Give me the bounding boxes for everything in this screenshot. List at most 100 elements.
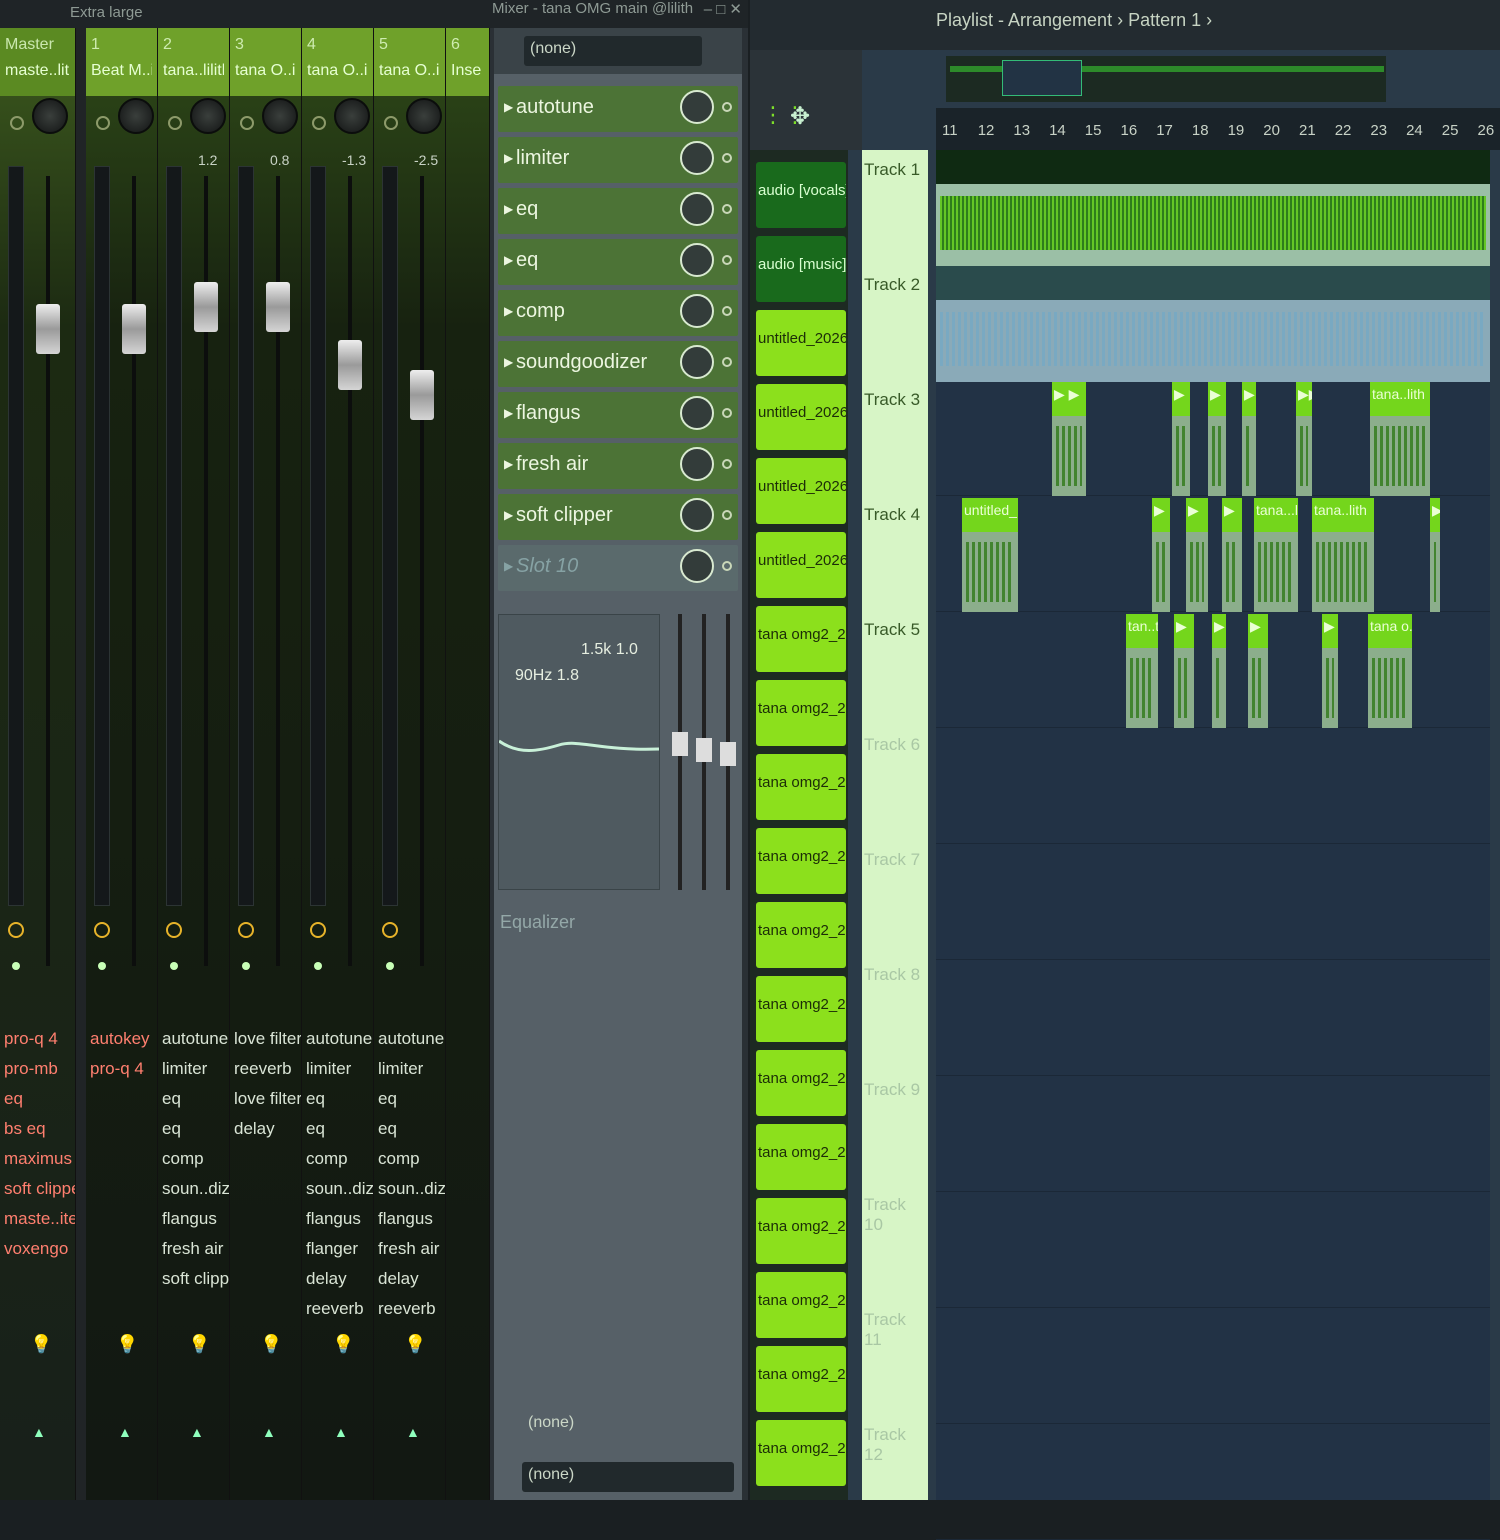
strip-effect-item[interactable]: delay xyxy=(230,1114,301,1144)
clip-source-item[interactable]: tana omg2_2026-04-10.. xyxy=(756,754,846,820)
strip-effect-item[interactable]: maximus xyxy=(0,1144,75,1174)
strip-effect-item[interactable]: autotune xyxy=(374,1024,445,1054)
bulb-icon[interactable]: 💡 xyxy=(116,1334,138,1355)
strip-effect-item[interactable]: voxengo xyxy=(0,1234,75,1264)
strip-header[interactable]: 2 tana..lilith xyxy=(158,28,229,96)
clip-t5-b[interactable]: ▶ xyxy=(1174,614,1194,728)
effect-slot-1[interactable]: ▶ autotune xyxy=(498,86,738,132)
strip-effect-item[interactable]: flanger xyxy=(302,1234,373,1264)
clip-source-item[interactable]: tana omg2_2026-04-11.. xyxy=(756,1198,846,1264)
effect-slot-5[interactable]: ▶ comp xyxy=(498,290,738,336)
slot-enable-led[interactable] xyxy=(722,561,732,571)
slot-enable-led[interactable] xyxy=(722,255,732,265)
clip-source-item[interactable]: untitled_2026-04-10 17-.. xyxy=(756,384,846,450)
effect-slot-9[interactable]: ▶ soft clipper xyxy=(498,494,738,540)
clip-source-item[interactable]: tana omg2_2026-04-10.. xyxy=(756,680,846,746)
pin-icon[interactable]: ✥ xyxy=(790,102,810,131)
mute-led[interactable] xyxy=(312,116,326,130)
clip-t4-d[interactable]: tana...lith xyxy=(1254,498,1298,612)
clip-t3-right[interactable]: tana..lith xyxy=(1370,382,1430,496)
strip-effect-item[interactable]: eq xyxy=(0,1084,75,1114)
strip-effect-item[interactable]: reeverb xyxy=(374,1294,445,1324)
strip-effect-item[interactable]: limiter xyxy=(302,1054,373,1084)
track-name[interactable]: Track 8 xyxy=(864,965,920,985)
routing-icon[interactable] xyxy=(238,922,254,938)
strip-header[interactable]: 4 tana O..ilith xyxy=(302,28,373,96)
strip-effect-item[interactable]: reeverb xyxy=(302,1294,373,1324)
overview-bar[interactable] xyxy=(946,56,1386,102)
strip-effect-item[interactable]: maste..iter xyxy=(0,1204,75,1234)
expand-icon[interactable]: ▶ xyxy=(504,355,513,369)
slot-enable-led[interactable] xyxy=(722,357,732,367)
output-out-selector[interactable]: (none) xyxy=(522,1462,734,1492)
clip-source-item[interactable]: tana omg2_2026-04-10.. xyxy=(756,1050,846,1116)
mute-led[interactable] xyxy=(10,116,24,130)
clip-t5-c[interactable]: ▶ xyxy=(1212,614,1226,728)
strip-effect-item[interactable]: soun..dizer xyxy=(302,1174,373,1204)
routing-icon[interactable] xyxy=(8,922,24,938)
slot-enable-led[interactable] xyxy=(722,153,732,163)
slot-enable-led[interactable] xyxy=(722,306,732,316)
track-name[interactable]: Track 5 xyxy=(864,620,920,640)
slot-enable-led[interactable] xyxy=(722,510,732,520)
routing-icon[interactable] xyxy=(382,922,398,938)
expand-icon[interactable]: ▶ xyxy=(504,253,513,267)
clip-source-item[interactable]: audio [vocals] (19) xyxy=(756,162,846,228)
effect-slot-6[interactable]: ▶ soundgoodizer xyxy=(498,341,738,387)
clip-source-item[interactable]: untitled_2026-04-10 17-.. xyxy=(756,310,846,376)
track-name[interactable]: Track 7 xyxy=(864,850,920,870)
expand-icon[interactable]: ▶ xyxy=(504,304,513,318)
mixer-strip-4[interactable]: 4tana O..ilith-1.3autotunelimitereqeqcom… xyxy=(302,28,374,1500)
strip-effect-item[interactable]: eq xyxy=(158,1114,229,1144)
pan-knob[interactable] xyxy=(32,98,68,134)
strip-effect-item[interactable]: soft clipper xyxy=(0,1174,75,1204)
route-arrow-icon[interactable]: ▲ xyxy=(190,1424,204,1440)
track-row[interactable] xyxy=(936,1310,1490,1424)
expand-icon[interactable]: ▶ xyxy=(504,100,513,114)
mixer-strip-3[interactable]: 3 tana O..ilith 0.8 love filterreeverblove … xyxy=(230,28,302,1500)
pan-knob[interactable] xyxy=(118,98,154,134)
strip-effect-item[interactable]: comp xyxy=(374,1144,445,1174)
playlist-title[interactable]: Playlist - Arrangement › Pattern 1 › xyxy=(936,10,1212,31)
track-name[interactable]: Track 12 xyxy=(864,1425,928,1465)
slot-enable-led[interactable] xyxy=(722,204,732,214)
clip-source-item[interactable]: audio [music] (19) xyxy=(756,236,846,302)
strip-effect-item[interactable]: eq xyxy=(158,1084,229,1114)
track-name[interactable]: Track 1 xyxy=(864,160,920,180)
strip-effect-item[interactable]: autokey xyxy=(86,1024,157,1054)
slot-enable-led[interactable] xyxy=(722,102,732,112)
strip-effect-item[interactable]: soft clipper xyxy=(158,1264,229,1294)
output-in-selector[interactable]: (none) xyxy=(522,1410,734,1440)
route-arrow-icon[interactable]: ▲ xyxy=(32,1424,46,1440)
strip-effect-item[interactable]: pro-q 4 xyxy=(86,1054,157,1084)
clip-t5-a[interactable]: tan..th xyxy=(1126,614,1158,728)
route-arrow-icon[interactable]: ▲ xyxy=(262,1424,276,1440)
mixer-strip-5[interactable]: 5tana O..ilith-2.5autotunelimitereqeqcom… xyxy=(374,28,446,1500)
strip-effect-item[interactable]: soun..dizer xyxy=(374,1174,445,1204)
volume-fader[interactable] xyxy=(266,282,290,332)
route-arrow-icon[interactable]: ▲ xyxy=(118,1424,132,1440)
clip-source-item[interactable]: tana omg2_2026-04-10.. xyxy=(756,606,846,672)
strip-effect-item[interactable]: eq xyxy=(374,1084,445,1114)
effect-slot-10[interactable]: ▶ Slot 10 xyxy=(498,545,738,591)
bulb-icon[interactable]: 💡 xyxy=(260,1334,282,1355)
mute-led[interactable] xyxy=(384,116,398,130)
strip-effect-item[interactable]: autotune xyxy=(302,1024,373,1054)
track-row[interactable] xyxy=(936,1078,1490,1192)
slot-enable-led[interactable] xyxy=(722,459,732,469)
clip-t4-c[interactable]: ▶ xyxy=(1222,498,1242,612)
strip-effect-item[interactable]: reeverb xyxy=(230,1054,301,1084)
clip-t4-left[interactable]: untitled_..lilith xyxy=(962,498,1018,612)
clip-source-item[interactable]: tana omg2_2026-04-10.. xyxy=(756,976,846,1042)
strip-effect-item[interactable]: bs eq xyxy=(0,1114,75,1144)
strip-effect-item[interactable]: autotune xyxy=(158,1024,229,1054)
effect-slot-8[interactable]: ▶ fresh air xyxy=(498,443,738,489)
volume-fader[interactable] xyxy=(338,340,362,390)
strip-effect-item[interactable]: flangus xyxy=(158,1204,229,1234)
track-name[interactable]: Track 11 xyxy=(864,1310,928,1350)
mixer-strip-6[interactable]: 6 Inse xyxy=(446,28,490,1500)
mixer-strip-1[interactable]: 1 Beat M..ilith autokeypro-q 4 💡 ▲ xyxy=(86,28,158,1500)
mixer-size-label[interactable]: Extra large xyxy=(70,4,143,21)
volume-fader[interactable] xyxy=(194,282,218,332)
clip-t5-f[interactable]: tana o..ith xyxy=(1368,614,1412,728)
